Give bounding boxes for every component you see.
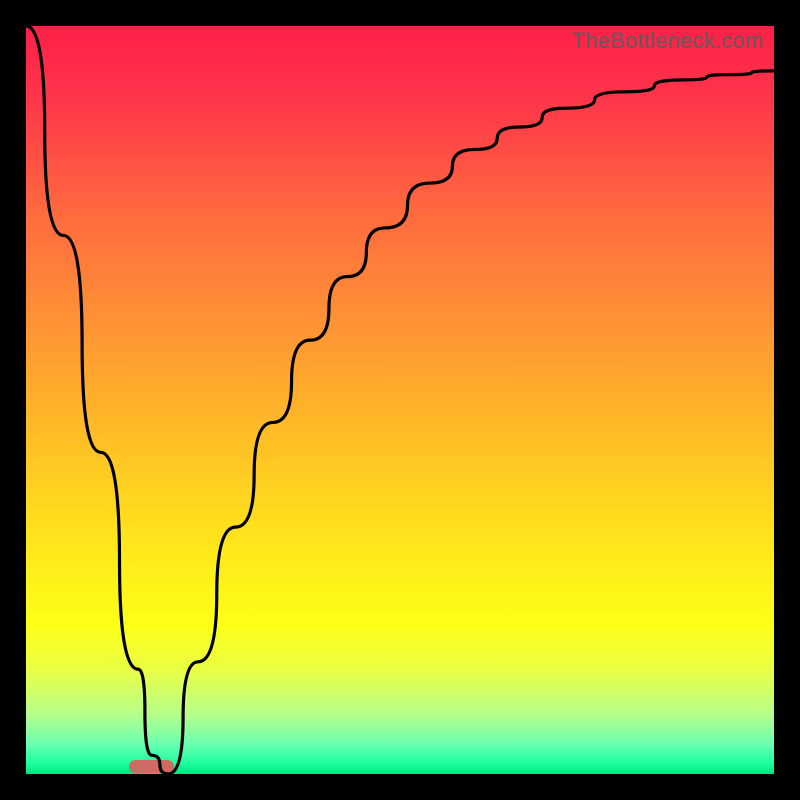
curve-layer: [26, 26, 774, 774]
curve-right-arm: [168, 71, 774, 774]
plot-area: TheBottleneck.com: [26, 26, 774, 774]
chart-frame: TheBottleneck.com: [0, 0, 800, 800]
curve-left-arm: [26, 26, 168, 774]
watermark-text: TheBottleneck.com: [572, 28, 764, 54]
